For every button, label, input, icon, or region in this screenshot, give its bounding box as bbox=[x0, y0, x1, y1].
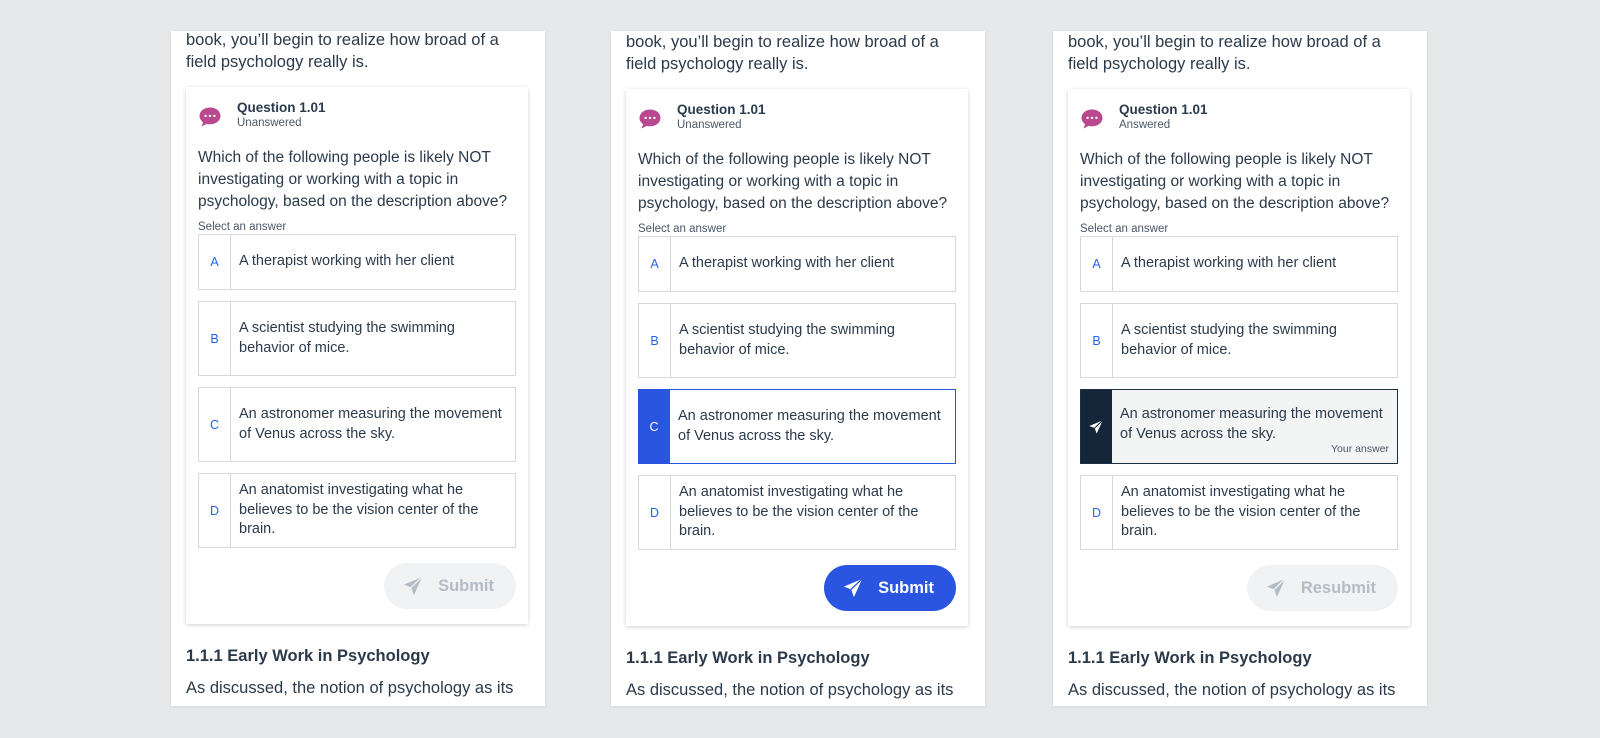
option-letter: B bbox=[1081, 304, 1113, 377]
resubmit-label: Resubmit bbox=[1300, 578, 1376, 597]
option-letter: A bbox=[639, 237, 671, 291]
option-letter: C bbox=[199, 388, 231, 461]
intro-text: book, you’ll begin to realize how broad … bbox=[186, 31, 499, 71]
option-letter: A bbox=[199, 235, 231, 289]
chat-bubble-icon bbox=[198, 105, 222, 129]
answer-option-c[interactable]: C An astronomer measuring the movement o… bbox=[198, 387, 516, 462]
intro-text: book, you’ll begin to realize how broad … bbox=[626, 33, 939, 73]
paper-plane-icon bbox=[843, 578, 863, 598]
section-heading: 1.1.1 Early Work in Psychology bbox=[186, 647, 430, 665]
question-text: Which of the following people is likely … bbox=[638, 151, 948, 212]
section-text: As discussed, the notion of psychology a… bbox=[626, 681, 954, 706]
answer-option-b[interactable]: B A scientist studying the swimming beha… bbox=[198, 301, 516, 376]
your-answer-label: Your answer bbox=[1331, 443, 1389, 455]
option-text: A scientist studying the swimming behavi… bbox=[679, 322, 895, 358]
option-text: An anatomist investigating what he belie… bbox=[679, 484, 919, 540]
question-title: Question 1.01 bbox=[677, 102, 766, 117]
option-text: An anatomist investigating what he belie… bbox=[1121, 484, 1361, 540]
section-text: As discussed, the notion of psychology a… bbox=[1068, 681, 1396, 706]
answer-option-d[interactable]: D An anatomist investigating what he bel… bbox=[1080, 475, 1398, 550]
question-status: Answered bbox=[1119, 119, 1171, 131]
answer-option-a[interactable]: A A therapist working with her client bbox=[198, 234, 516, 290]
select-answer-label: Select an answer bbox=[1080, 223, 1169, 235]
chat-bubble-icon bbox=[638, 107, 662, 131]
chat-bubble-icon bbox=[1080, 107, 1104, 131]
question-card: Question 1.01 Unanswered Which of the fo… bbox=[626, 89, 968, 626]
submit-label: Submit bbox=[438, 576, 494, 595]
option-text: A scientist studying the swimming behavi… bbox=[239, 320, 455, 356]
paper-plane-icon bbox=[1266, 578, 1286, 598]
option-text: A scientist studying the swimming behavi… bbox=[1121, 322, 1337, 358]
submit-label: Submit bbox=[878, 578, 934, 597]
question-title: Question 1.01 bbox=[1119, 102, 1208, 117]
question-title: Question 1.01 bbox=[237, 100, 326, 115]
option-text: A therapist working with her client bbox=[1121, 255, 1337, 272]
answer-options: A A therapist working with her client B … bbox=[638, 236, 956, 550]
question-status: Unanswered bbox=[677, 119, 742, 131]
resubmit-button[interactable]: Resubmit bbox=[1246, 565, 1398, 611]
submit-button[interactable]: Submit bbox=[384, 563, 516, 609]
intro-text: book, you’ll begin to realize how broad … bbox=[1068, 33, 1381, 73]
option-letter: A bbox=[1081, 237, 1113, 291]
content-panel-3: book, you’ll begin to realize how broad … bbox=[1053, 31, 1427, 706]
option-letter: B bbox=[639, 304, 671, 377]
option-letter: D bbox=[639, 476, 671, 549]
answer-options: A A therapist working with her client B … bbox=[1080, 236, 1398, 550]
answer-options: A A therapist working with her client B … bbox=[198, 234, 516, 548]
answer-option-d[interactable]: D An anatomist investigating what he bel… bbox=[638, 475, 956, 550]
option-text: An anatomist investigating what he belie… bbox=[239, 482, 479, 538]
answer-option-c-selected[interactable]: C An astronomer measuring the movement o… bbox=[638, 389, 956, 464]
answer-option-b[interactable]: B A scientist studying the swimming beha… bbox=[638, 303, 956, 378]
answer-option-a[interactable]: A A therapist working with her client bbox=[638, 236, 956, 292]
option-text: An astronomer measuring the movement of … bbox=[678, 408, 941, 444]
content-panel-2: book, you’ll begin to realize how broad … bbox=[611, 31, 985, 706]
option-text: A therapist working with her client bbox=[679, 255, 895, 272]
answer-option-b[interactable]: B A scientist studying the swimming beha… bbox=[1080, 303, 1398, 378]
option-letter: C bbox=[639, 390, 670, 463]
option-letter: D bbox=[1081, 476, 1113, 549]
option-text: A therapist working with her client bbox=[239, 253, 455, 270]
select-answer-label: Select an answer bbox=[198, 221, 287, 233]
question-text: Which of the following people is likely … bbox=[1080, 151, 1390, 212]
option-letter: D bbox=[199, 474, 231, 547]
content-panel-1: book, you’ll begin to realize how broad … bbox=[171, 31, 545, 706]
question-status: Unanswered bbox=[237, 117, 302, 129]
submit-button[interactable]: Submit bbox=[824, 565, 956, 611]
paper-plane-icon bbox=[1089, 419, 1104, 434]
question-card: Question 1.01 Unanswered Which of the fo… bbox=[186, 87, 528, 624]
paper-plane-icon bbox=[403, 576, 423, 596]
submitted-marker bbox=[1081, 390, 1112, 463]
option-letter: B bbox=[199, 302, 231, 375]
section-heading: 1.1.1 Early Work in Psychology bbox=[1068, 649, 1312, 667]
section-heading: 1.1.1 Early Work in Psychology bbox=[626, 649, 870, 667]
select-answer-label: Select an answer bbox=[638, 223, 727, 235]
option-text: An astronomer measuring the movement of … bbox=[239, 406, 502, 442]
section-text: As discussed, the notion of psychology a… bbox=[186, 679, 514, 706]
answer-option-d[interactable]: D An anatomist investigating what he bel… bbox=[198, 473, 516, 548]
question-text: Which of the following people is likely … bbox=[198, 149, 508, 210]
question-card: Question 1.01 Answered Which of the foll… bbox=[1068, 89, 1410, 626]
answer-option-a[interactable]: A A therapist working with her client bbox=[1080, 236, 1398, 292]
answer-option-c-answered[interactable]: An astronomer measuring the movement of … bbox=[1080, 389, 1398, 464]
